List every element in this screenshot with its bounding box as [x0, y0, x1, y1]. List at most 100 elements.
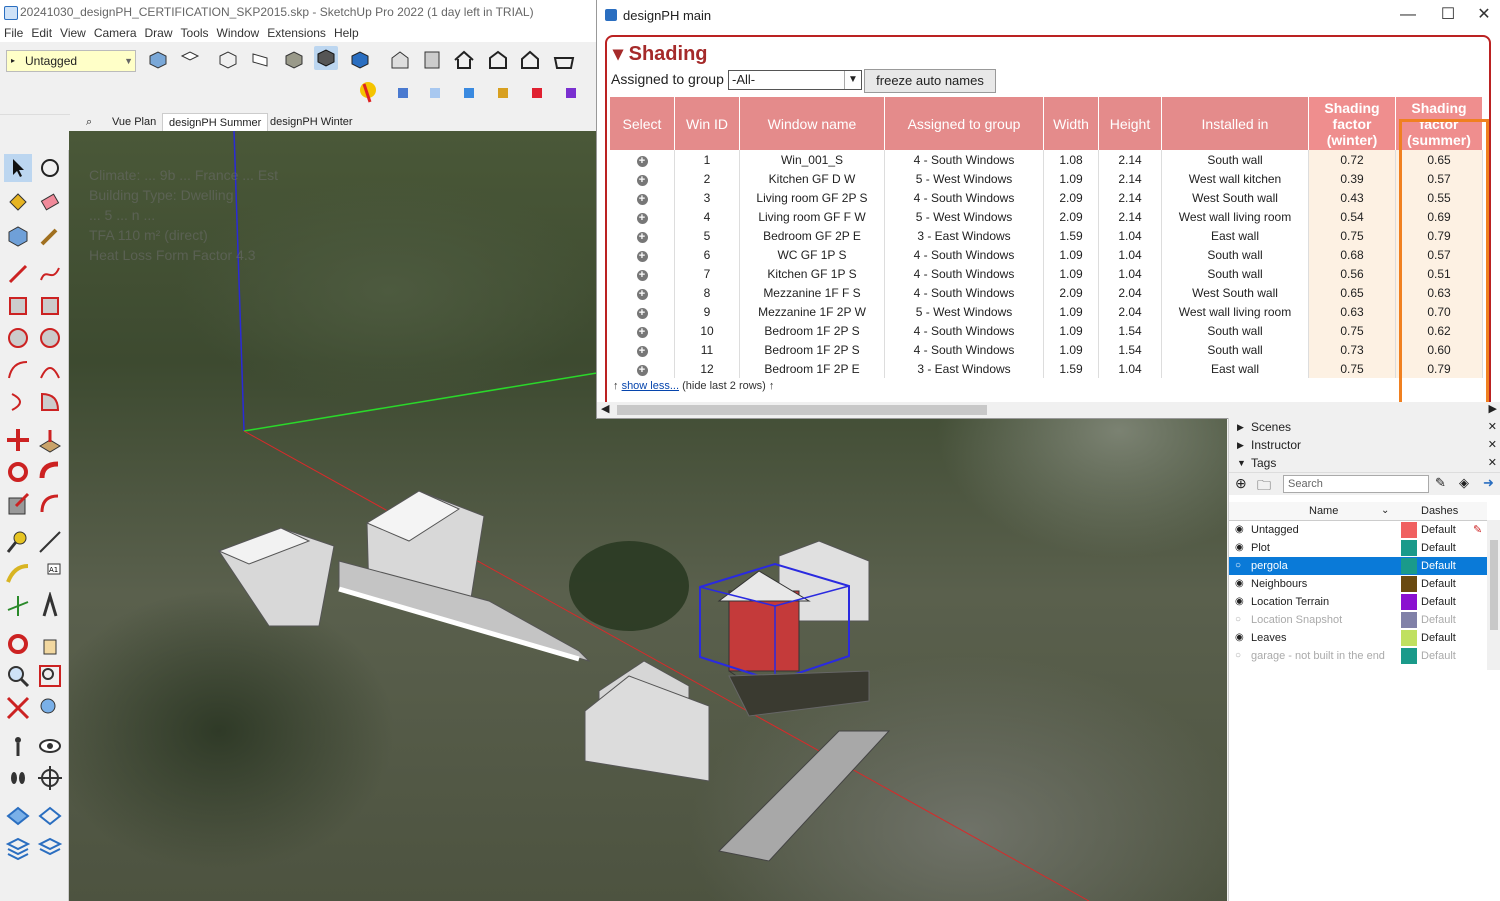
- tag-color-swatch[interactable]: [1401, 540, 1417, 556]
- tray-scenes[interactable]: ▶ Scenes ✕: [1229, 418, 1500, 437]
- freehand-icon[interactable]: [36, 260, 64, 288]
- house-outline-button[interactable]: [518, 48, 542, 72]
- 3d-text-icon[interactable]: [36, 590, 64, 620]
- arc-icon[interactable]: [4, 356, 32, 384]
- two-point-arc-icon[interactable]: [36, 356, 64, 384]
- layers-stack-icon[interactable]: [4, 834, 32, 862]
- rectangle-icon[interactable]: [4, 292, 32, 320]
- plus-icon[interactable]: +: [636, 155, 648, 167]
- designph-glazing-icon[interactable]: [424, 82, 448, 106]
- sandbox-scratch-icon[interactable]: [36, 802, 64, 830]
- dashes-icon[interactable]: ◈: [1459, 475, 1469, 491]
- scale-icon[interactable]: [4, 490, 32, 518]
- roof-button[interactable]: [552, 48, 576, 72]
- pencil-line-icon[interactable]: [4, 260, 32, 288]
- tray-tags[interactable]: ▼ Tags ✕: [1229, 454, 1500, 473]
- close-button[interactable]: ✕: [1469, 4, 1499, 26]
- shaded-style-button[interactable]: [282, 48, 306, 72]
- select-cell[interactable]: +: [610, 321, 675, 340]
- sandbox-icon[interactable]: [4, 802, 32, 830]
- menu-draw[interactable]: Draw: [141, 24, 177, 42]
- col-dashes[interactable]: Dashes: [1421, 502, 1458, 520]
- tag-row-location-terrain[interactable]: ◉ Location Terrain Default: [1229, 593, 1487, 611]
- tab-vue-plan[interactable]: Vue Plan: [106, 113, 162, 131]
- plus-icon[interactable]: +: [636, 174, 648, 186]
- maximize-button[interactable]: ☐: [1433, 4, 1463, 26]
- select-cell[interactable]: +: [610, 169, 675, 188]
- select-cell[interactable]: +: [610, 207, 675, 226]
- scroll-thumb[interactable]: [617, 405, 987, 415]
- scroll-left-icon[interactable]: ◀: [601, 402, 609, 415]
- col-width[interactable]: Width: [1043, 97, 1099, 150]
- designph-export-icon[interactable]: [526, 82, 550, 106]
- text-label-icon[interactable]: A1: [36, 560, 64, 588]
- eye-icon[interactable]: ◉: [1235, 521, 1244, 539]
- house-front-button[interactable]: [486, 48, 510, 72]
- eye-icon[interactable]: ◉: [1235, 575, 1244, 593]
- collapse-triangle-icon[interactable]: ▾: [613, 43, 623, 65]
- plus-icon[interactable]: +: [636, 269, 648, 281]
- col-installed-in[interactable]: Installed in: [1161, 97, 1309, 150]
- eye-hidden-icon[interactable]: ○: [1235, 611, 1241, 629]
- add-tag-icon[interactable]: ⊕: [1235, 475, 1247, 492]
- zoom-window-icon[interactable]: [36, 662, 64, 690]
- top-view-button[interactable]: [178, 48, 202, 72]
- orbit-tool-icon[interactable]: [36, 154, 64, 182]
- tag-row-untagged[interactable]: ◉ Untagged Default ✎: [1229, 521, 1487, 539]
- designph-logo-icon[interactable]: [356, 80, 380, 104]
- menu-camera[interactable]: Camera: [90, 24, 141, 42]
- zoom-icon[interactable]: [4, 662, 32, 690]
- select-cell[interactable]: +: [610, 283, 675, 302]
- select-cell[interactable]: +: [610, 340, 675, 359]
- tag-row-garage[interactable]: ○ garage - not built in the end Default: [1229, 647, 1487, 665]
- tag-color-swatch[interactable]: [1401, 594, 1417, 610]
- tape-measure-icon[interactable]: [36, 222, 64, 250]
- tag-row-pergola[interactable]: ○ pergola Default: [1229, 557, 1487, 575]
- menu-file[interactable]: File: [0, 24, 27, 42]
- walk-footprints-icon[interactable]: [4, 764, 32, 792]
- eye-icon[interactable]: ◉: [1235, 539, 1244, 557]
- eye-icon[interactable]: ◉: [1235, 593, 1244, 611]
- tag-search-input[interactable]: Search: [1283, 475, 1429, 493]
- tag-dashes[interactable]: Default: [1421, 557, 1456, 575]
- tag-dashes[interactable]: Default: [1421, 593, 1456, 611]
- close-icon[interactable]: ✕: [1488, 418, 1497, 436]
- rotated-rectangle-icon[interactable]: [36, 292, 64, 320]
- select-cell[interactable]: +: [610, 226, 675, 245]
- col-name[interactable]: Name: [1309, 502, 1338, 520]
- orbit-camera-icon[interactable]: [4, 630, 32, 658]
- monochrome-button[interactable]: [348, 48, 372, 72]
- tags-vertical-scrollbar[interactable]: [1487, 520, 1500, 670]
- close-icon[interactable]: ✕: [1488, 454, 1497, 472]
- tag-dashes[interactable]: Default: [1421, 539, 1456, 557]
- col-select[interactable]: Select: [610, 97, 675, 150]
- components-button[interactable]: [420, 48, 444, 72]
- plus-icon[interactable]: +: [636, 193, 648, 205]
- plus-icon[interactable]: +: [636, 345, 648, 357]
- col-window-name[interactable]: Window name: [739, 97, 885, 150]
- menu-help[interactable]: Help: [330, 24, 363, 42]
- tag-dashes[interactable]: Default: [1421, 629, 1456, 647]
- home-icon[interactable]: [452, 48, 476, 72]
- menu-tools[interactable]: Tools: [177, 24, 213, 42]
- follow-me-icon[interactable]: [36, 458, 64, 486]
- pie-icon[interactable]: [36, 388, 64, 416]
- axes-icon[interactable]: [4, 592, 32, 620]
- chevron-down-icon[interactable]: ⌄: [1381, 502, 1389, 520]
- menu-edit[interactable]: Edit: [27, 24, 56, 42]
- front-view-button[interactable]: [216, 48, 240, 72]
- offset-icon[interactable]: [36, 490, 64, 518]
- protractor-icon[interactable]: [4, 560, 32, 588]
- close-icon[interactable]: ✕: [1488, 436, 1497, 454]
- tag-dashes[interactable]: Default: [1421, 575, 1456, 593]
- minimize-button[interactable]: —: [1393, 4, 1423, 26]
- tag-color-swatch[interactable]: [1401, 558, 1417, 574]
- right-view-button[interactable]: [248, 48, 272, 72]
- tag-row-plot[interactable]: ◉ Plot Default: [1229, 539, 1487, 557]
- plus-icon[interactable]: +: [636, 326, 648, 338]
- tray-instructor[interactable]: ▶ Instructor ✕: [1229, 436, 1500, 455]
- plus-icon[interactable]: +: [636, 231, 648, 243]
- rotate-icon[interactable]: [4, 458, 32, 486]
- warehouse-button[interactable]: [388, 48, 412, 72]
- tag-row-leaves[interactable]: ◉ Leaves Default: [1229, 629, 1487, 647]
